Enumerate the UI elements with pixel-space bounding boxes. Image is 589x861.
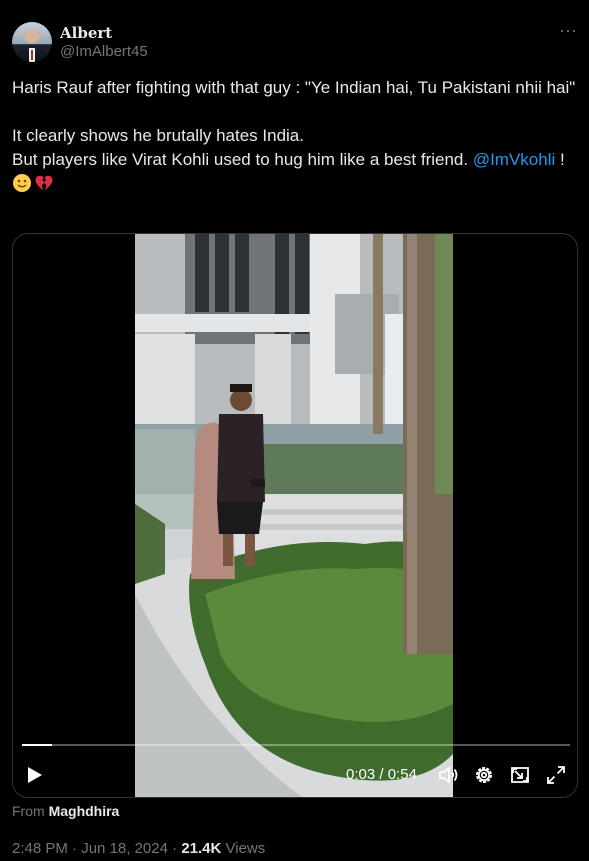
- duration: 0:54: [387, 766, 417, 783]
- emoji-line: [12, 172, 577, 196]
- tweet-time[interactable]: 2:48 PM: [12, 840, 68, 857]
- tweet-header: Albert @ImAlbert45 ···: [12, 20, 577, 64]
- video-time: 0:03 / 0:54: [346, 766, 417, 783]
- tweet-line-2: It clearly shows he brutally hates India…: [12, 126, 304, 145]
- fullscreen-icon[interactable]: [545, 764, 567, 786]
- author-handle[interactable]: @ImAlbert45: [60, 43, 148, 60]
- avatar-tie: [31, 50, 33, 60]
- meta-separator: ·: [67, 840, 82, 857]
- video-frame[interactable]: [135, 234, 453, 798]
- views-label: Views: [225, 840, 266, 857]
- author-name[interactable]: Albert: [60, 24, 112, 42]
- video-progress-bar[interactable]: [22, 744, 570, 746]
- video-progress-fill: [22, 744, 53, 746]
- tweet-date[interactable]: Jun 18, 2024: [81, 840, 168, 857]
- mention-link[interactable]: @ImVkohli: [473, 150, 555, 169]
- tweet-meta: 2:48 PM · Jun 18, 2024 · 21.4K Views: [12, 840, 265, 857]
- tweet-line-3: But players like Virat Kohli used to hug…: [12, 148, 577, 172]
- pop-out-icon[interactable]: [509, 764, 531, 786]
- views-count: 21.4K: [181, 840, 222, 857]
- tweet-line-3-text: But players like Virat Kohli used to hug…: [12, 150, 473, 169]
- avatar[interactable]: [12, 22, 52, 62]
- time-separator: /: [375, 766, 388, 783]
- tweet-line-1: Haris Rauf after fighting with that guy …: [12, 78, 576, 97]
- more-options-icon[interactable]: ···: [559, 21, 577, 39]
- source-account-link[interactable]: Maghdhira: [49, 803, 120, 819]
- from-label: From: [12, 803, 45, 819]
- broken-heart-icon: [35, 175, 53, 191]
- tweet-line-3-end: !: [555, 150, 565, 169]
- video-player[interactable]: 0:03 / 0:54: [12, 233, 578, 798]
- meta-separator: ·: [167, 840, 182, 857]
- video-source: From Maghdhira: [12, 803, 119, 819]
- tweet-text: Haris Rauf after fighting with that guy …: [12, 76, 577, 196]
- current-time: 0:03: [346, 766, 376, 783]
- volume-icon[interactable]: [437, 764, 459, 786]
- slightly-smiling-face-icon: [13, 174, 31, 192]
- play-icon[interactable]: [27, 766, 43, 784]
- settings-icon[interactable]: [473, 764, 495, 786]
